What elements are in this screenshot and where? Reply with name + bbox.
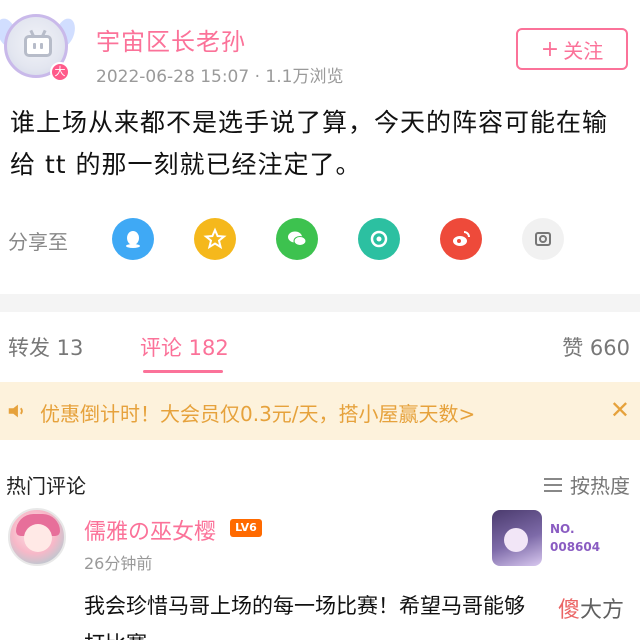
fan-no-label: NO. <box>550 522 575 536</box>
moments-icon[interactable] <box>358 218 400 260</box>
plus-icon: + <box>540 36 560 62</box>
tab-like[interactable]: 赞 660 <box>562 332 630 362</box>
share-label: 分享至 <box>8 230 68 254</box>
speaker-icon <box>8 404 23 418</box>
copy-link-icon[interactable] <box>522 218 564 260</box>
follow-label: 关注 <box>563 38 604 63</box>
wechat-icon[interactable] <box>276 218 318 260</box>
section-divider <box>0 294 640 312</box>
qq-icon[interactable] <box>112 218 154 260</box>
close-icon[interactable]: ✕ <box>610 396 630 424</box>
follow-button[interactable]: + 关注 <box>516 28 628 70</box>
author-avatar[interactable]: 大 <box>0 14 79 82</box>
weibo-icon[interactable] <box>440 218 482 260</box>
fan-badge-figure <box>492 510 542 566</box>
tv-icon <box>24 35 52 57</box>
author-name[interactable]: 宇宙区长老孙 <box>96 22 246 57</box>
watermark: 傻大方 <box>557 598 624 623</box>
sort-button[interactable]: 按热度 <box>544 470 630 499</box>
comment-text-line2: 打比赛 <box>84 628 184 640</box>
fan-badge[interactable]: NO. 008604 <box>492 510 618 566</box>
tab-comment[interactable]: 评论 182 <box>140 332 229 362</box>
comment-time: 26分钟前 <box>84 554 153 573</box>
sort-label: 按热度 <box>570 474 630 498</box>
tab-repost[interactable]: 转发 13 <box>8 332 83 362</box>
active-tab-indicator <box>143 370 223 373</box>
post-text: 谁上场从来都不是选手说了算，今天的阵容可能在输给 tt 的那一刻就已经注定了。 <box>10 108 609 179</box>
post-meta: 2022-06-28 15:07 · 1.1万浏览 <box>96 67 344 87</box>
promo-text[interactable]: 优惠倒计时！大会员仅0.3元/天，搭小屋赢天数> <box>40 398 475 427</box>
level-badge: LV6 <box>230 519 262 537</box>
comment-text: 我会珍惜马哥上场的每一场比赛！希望马哥能够 <box>84 594 525 618</box>
vip-badge: 大 <box>50 62 70 82</box>
qzone-icon[interactable] <box>194 218 236 260</box>
hot-comments-title: 热门评论 <box>6 474 86 498</box>
promo-banner[interactable]: 优惠倒计时！大会员仅0.3元/天，搭小屋赢天数> ✕ <box>0 382 640 440</box>
menu-icon <box>544 477 562 492</box>
commenter-avatar[interactable] <box>8 508 66 566</box>
fan-number: 008604 <box>550 540 601 554</box>
commenter-name[interactable]: 儒雅の巫女樱 <box>84 514 216 546</box>
